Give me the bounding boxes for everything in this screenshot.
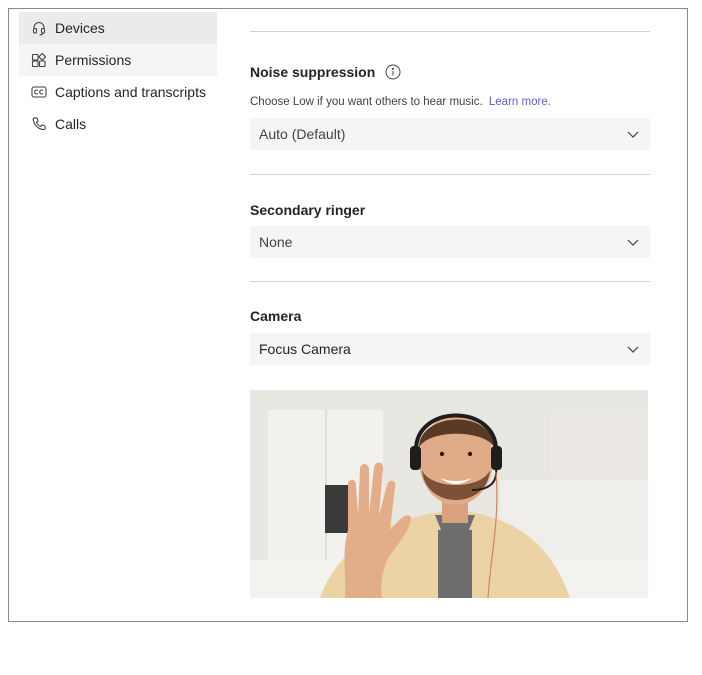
secondary-ringer-dropdown[interactable]: None [250,226,650,258]
camera-preview [250,390,648,598]
camera-title: Camera [250,308,302,324]
chevron-down-icon [627,131,639,138]
settings-window: Devices Permissions Captions and transcr… [8,8,688,622]
phone-icon [31,116,47,132]
sidebar-item-permissions[interactable]: Permissions [19,44,217,76]
camera-preview-image [250,390,648,598]
sidebar-item-label: Captions and transcripts [55,84,206,100]
noise-suppression-value: Auto (Default) [259,126,346,142]
sidebar-item-label: Devices [55,20,105,36]
noise-suppression-title: Noise suppression [250,64,376,80]
noise-suppression-helper-text: Choose Low if you want others to hear mu… [250,96,483,108]
secondary-ringer-title: Secondary ringer [250,202,366,218]
camera-section: Camera [250,307,650,325]
noise-suppression-dropdown[interactable]: Auto (Default) [250,118,650,150]
closed-captions-icon [31,84,47,100]
sidebar-item-devices[interactable]: Devices [19,12,217,44]
noise-suppression-helper: Choose Low if you want others to hear mu… [250,96,650,110]
sidebar-item-calls[interactable]: Calls [19,108,217,140]
camera-dropdown[interactable]: Focus Camera [250,333,650,365]
sidebar-item-label: Permissions [55,52,132,68]
sidebar-item-label: Calls [55,116,87,132]
secondary-ringer-section: Secondary ringer [250,201,650,219]
device-settings-panel: Noise suppression Choose Low if you want… [250,9,650,365]
learn-more-link[interactable]: Learn more. [489,96,551,108]
settings-sidebar: Devices Permissions Captions and transcr… [19,12,217,140]
headset-icon [31,20,47,36]
section-divider [250,281,650,282]
section-divider [250,174,650,175]
chevron-down-icon [627,346,639,353]
sidebar-item-captions[interactable]: Captions and transcripts [19,76,217,108]
noise-suppression-section: Noise suppression [250,63,650,81]
camera-value: Focus Camera [259,341,351,357]
secondary-ringer-value: None [259,234,293,250]
section-divider [250,31,650,32]
permissions-icon [31,52,47,68]
chevron-down-icon [627,239,639,246]
info-icon[interactable] [385,64,401,80]
